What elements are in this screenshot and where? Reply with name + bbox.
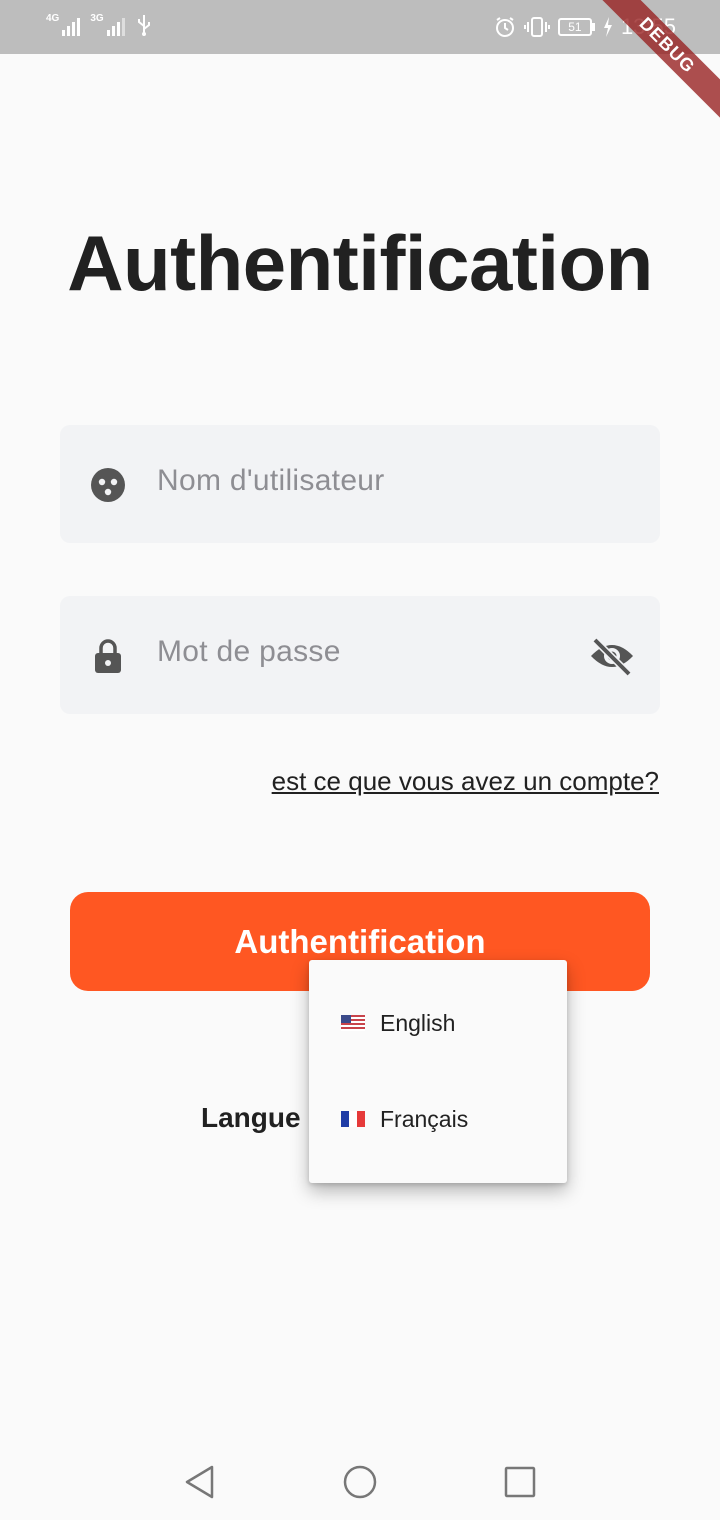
recents-square-icon[interactable] bbox=[500, 1462, 540, 1502]
navigation-bar bbox=[0, 1440, 720, 1520]
face-icon bbox=[91, 468, 125, 502]
language-option-english[interactable]: English bbox=[309, 991, 567, 1055]
username-placeholder: Nom d'utilisateur bbox=[157, 464, 385, 497]
language-label: Langue bbox=[201, 1102, 301, 1133]
language-option-french[interactable]: Français bbox=[309, 1087, 567, 1151]
vibrate-icon bbox=[523, 17, 550, 37]
back-triangle-icon[interactable] bbox=[180, 1462, 220, 1502]
status-bar: 4G 3G 51 13:55 bbox=[0, 0, 720, 54]
status-left-group: 4G 3G bbox=[46, 14, 153, 36]
password-placeholder: Mot de passe bbox=[157, 635, 341, 668]
language-menu: English Français bbox=[309, 960, 567, 1183]
charging-icon bbox=[603, 17, 612, 37]
alarm-icon bbox=[495, 17, 514, 37]
page-title: Authentification bbox=[67, 219, 653, 307]
signal-4g-icon: 4G bbox=[46, 13, 81, 36]
battery-icon: 51 bbox=[557, 18, 595, 36]
username-field[interactable]: Nom d'utilisateur bbox=[60, 425, 660, 543]
language-option-label: Français bbox=[380, 1105, 469, 1132]
lock-icon bbox=[95, 639, 121, 673]
us-flag-icon bbox=[341, 1015, 365, 1031]
status-right-group: 51 13:55 bbox=[494, 14, 676, 40]
usb-icon bbox=[137, 15, 150, 36]
network-type-2: 3G bbox=[90, 13, 104, 24]
home-circle-icon[interactable] bbox=[340, 1462, 380, 1502]
signal-3g-icon: 3G bbox=[90, 13, 125, 36]
language-option-label: English bbox=[380, 1009, 456, 1036]
account-link[interactable]: est ce que vous avez un compte? bbox=[272, 766, 659, 797]
battery-level: 51 bbox=[557, 18, 592, 36]
network-type-1: 4G bbox=[46, 13, 60, 24]
eye-off-icon[interactable] bbox=[588, 636, 636, 676]
password-field[interactable]: Mot de passe bbox=[60, 596, 660, 714]
fr-flag-icon bbox=[341, 1111, 365, 1127]
status-time: 13:55 bbox=[620, 14, 676, 39]
